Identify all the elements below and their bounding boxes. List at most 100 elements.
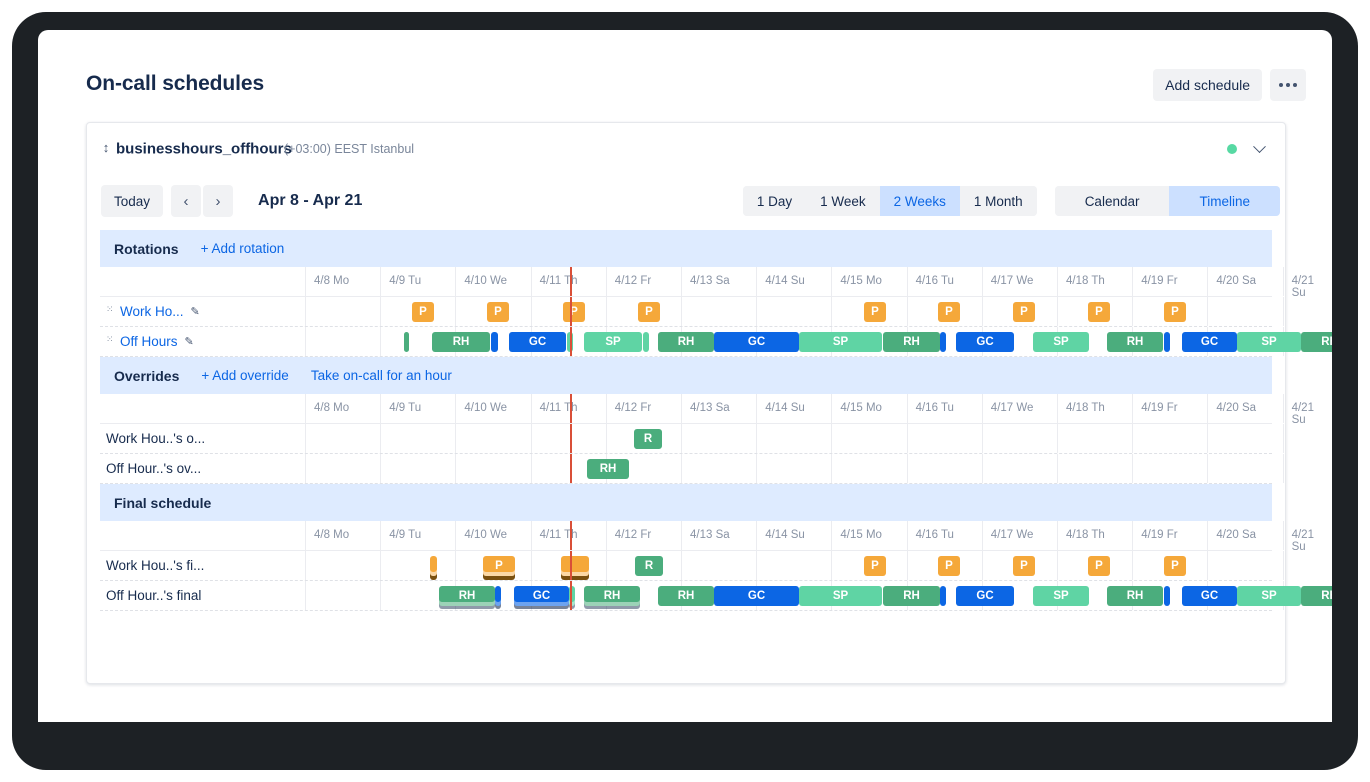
schedule-bar[interactable]: P [938,556,960,576]
schedule-bar[interactable]: P [1088,302,1110,322]
schedule-bar[interactable]: RH [1107,586,1163,606]
schedule-bar[interactable]: RH [1301,332,1332,352]
schedule-bar[interactable]: GC [1182,586,1237,606]
schedule-bar[interactable]: SP [1033,586,1089,606]
schedule-bar[interactable]: GC [1182,332,1237,352]
schedule-bar[interactable]: RH [1107,332,1163,352]
schedule-bar[interactable]: SP [799,332,882,352]
timeline-row: Off Hour..'s ov... RH [100,454,1284,484]
schedule-bar[interactable]: RH [1301,586,1332,606]
column-divider [1282,267,1284,296]
schedule-bar[interactable]: RH [883,332,940,352]
day-header-label: 4/12 Fr [614,529,652,541]
schedule-bar[interactable] [495,586,501,606]
schedule-bar[interactable]: SP [799,586,882,606]
schedule-bar[interactable] [404,332,409,352]
schedule-bar[interactable]: SP [1237,332,1301,352]
schedule-bar[interactable] [940,332,946,352]
drag-handle-icon[interactable]: ⁙ [106,304,114,318]
timeline-toolbar: Today ‹ › Apr 8 - Apr 21 1 Day 1 Week 2 We… [87,175,1285,230]
schedule-bar[interactable]: GC [714,586,799,606]
column-divider [1057,297,1058,326]
column-divider [831,394,833,423]
timeline-row-label[interactable]: ⁙ Off Hours ✎ [100,327,194,356]
schedule-bar[interactable]: RH [432,332,490,352]
schedule-bar[interactable]: RH [658,332,714,352]
day-header-label: 4/16 Tu [915,402,954,414]
schedule-bar[interactable] [491,332,498,352]
column-divider [906,551,908,580]
schedule-bar[interactable] [561,556,589,576]
schedule-bar[interactable]: SP [1033,332,1089,352]
schedule-bar[interactable]: P [563,302,585,322]
sort-updown-icon[interactable]: ↕ [100,140,112,155]
schedule-bar[interactable]: P [938,302,960,322]
take-oncall-link[interactable]: Take on-call for an hour [311,368,452,383]
more-options-button[interactable] [1270,69,1306,101]
schedule-bar[interactable]: RH [587,459,629,479]
schedule-bar[interactable]: P [1164,302,1186,322]
schedule-bar[interactable]: GC [514,586,569,606]
column-divider [605,424,607,453]
date-nav-group: Today ‹ › Apr 8 - Apr 21 [101,185,362,217]
schedule-bar[interactable]: GC [714,332,799,352]
schedule-bar[interactable]: P [864,556,886,576]
column-divider [305,267,306,296]
zoom-option-1-day[interactable]: 1 Day [742,186,807,216]
column-divider [906,521,908,550]
pencil-icon[interactable]: ✎ [185,335,194,348]
day-header-label: 4/11 Th [539,402,578,414]
timeline-row-label[interactable]: ⁙ Work Ho... ✎ [100,297,200,326]
column-divider [681,297,682,326]
schedule-name[interactable]: businesshours_offhours [116,141,292,158]
zoom-option-1-month[interactable]: 1 Month [959,186,1037,216]
column-divider [981,394,983,423]
zoom-option-2-weeks[interactable]: 2 Weeks [879,186,960,216]
schedule-bar[interactable]: P [1013,556,1035,576]
schedule-bar[interactable]: P [1088,556,1110,576]
schedule-bar[interactable]: GC [956,586,1014,606]
schedule-bar[interactable]: P [864,302,886,322]
column-divider [1207,424,1209,453]
collapse-toggle-button[interactable] [1247,137,1271,161]
add-schedule-button[interactable]: Add schedule [1153,69,1262,101]
column-divider [1207,267,1209,296]
column-divider [1282,297,1284,326]
schedule-bar[interactable]: P [1013,302,1035,322]
schedule-bar[interactable]: RH [658,586,714,606]
schedule-bar[interactable]: P [487,302,509,322]
row-label-text[interactable]: Off Hours [120,334,178,349]
schedule-bar[interactable] [1164,586,1170,606]
schedule-bar[interactable]: GC [956,332,1014,352]
schedule-bar[interactable]: P [1164,556,1186,576]
schedule-bar[interactable]: RH [439,586,495,606]
pencil-icon[interactable]: ✎ [191,305,200,318]
add-override-link[interactable]: + Add override [201,368,288,383]
schedule-bar[interactable]: P [638,302,660,322]
column-divider [530,424,532,453]
prev-period-button[interactable]: ‹ [171,185,202,217]
schedule-bar[interactable] [430,556,437,576]
next-period-button[interactable]: › [203,185,234,217]
today-button[interactable]: Today [101,185,164,217]
add-rotation-link[interactable]: + Add rotation [201,241,285,256]
view-option-timeline[interactable]: Timeline [1169,186,1280,216]
view-option-calendar[interactable]: Calendar [1054,186,1170,216]
schedule-bar[interactable] [1164,332,1170,352]
schedule-bar[interactable]: GC [509,332,566,352]
row-label-text[interactable]: Work Ho... [120,304,184,319]
column-divider [981,267,983,296]
schedule-bar[interactable] [643,332,649,352]
schedule-bar[interactable]: RH [584,586,640,606]
schedule-bar[interactable] [940,586,946,606]
schedule-bar[interactable]: P [483,556,515,576]
zoom-option-1-week[interactable]: 1 Week [806,186,880,216]
schedule-bar[interactable]: R [634,429,662,449]
day-header-label: 4/15 Mo [840,402,882,414]
schedule-bar[interactable]: R [635,556,663,576]
schedule-bar[interactable]: RH [883,586,940,606]
schedule-bar[interactable]: SP [584,332,642,352]
schedule-bar[interactable]: P [412,302,434,322]
drag-handle-icon[interactable]: ⁙ [106,334,114,348]
schedule-bar[interactable]: SP [1237,586,1301,606]
